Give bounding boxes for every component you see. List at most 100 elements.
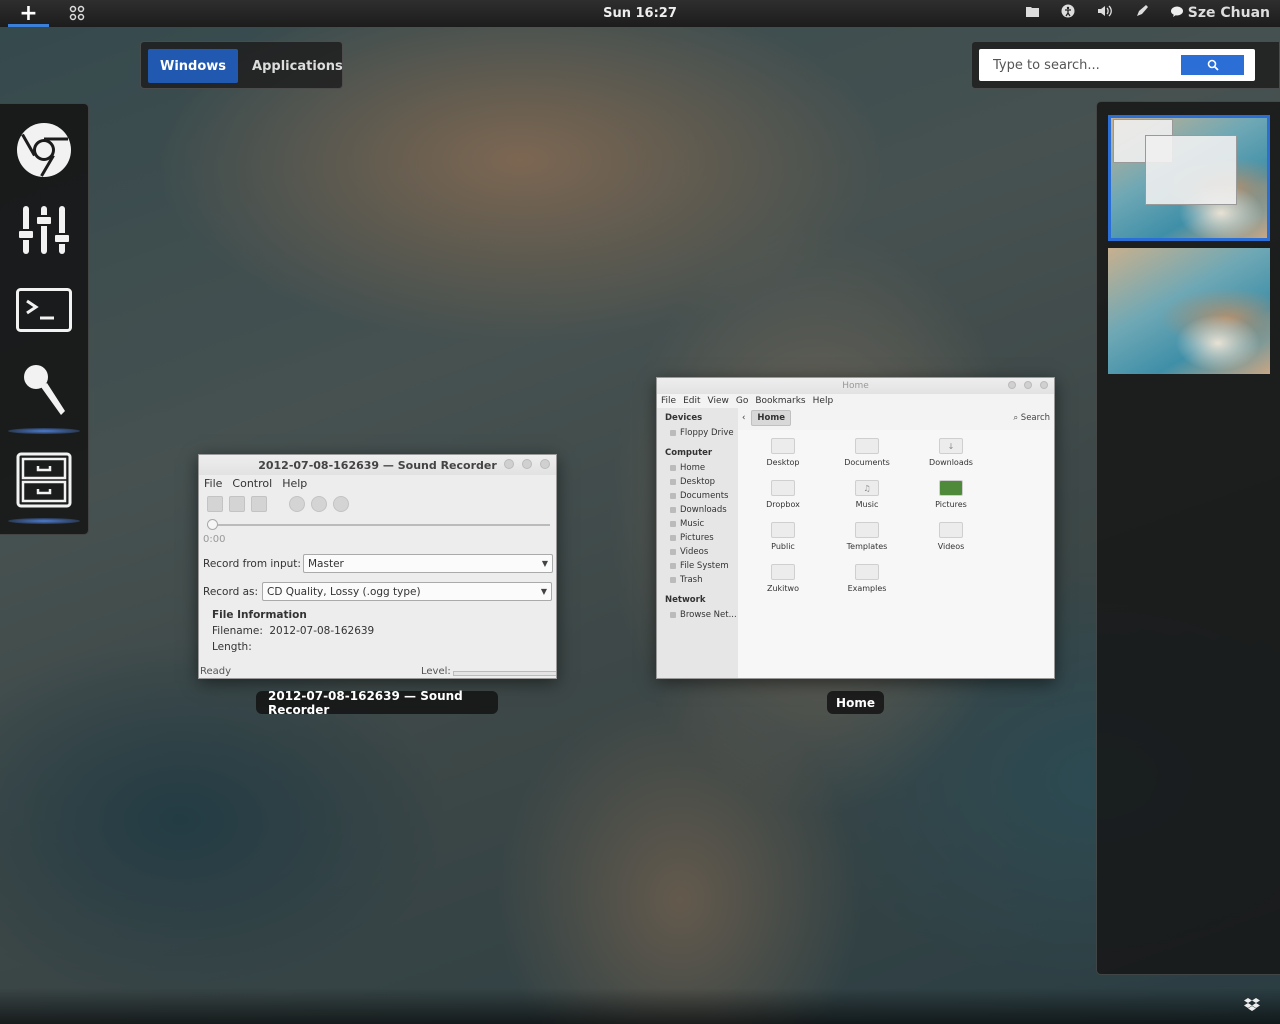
close-button[interactable]: [540, 459, 550, 469]
sidebar-item-downloads[interactable]: Downloads: [657, 503, 738, 517]
menu-file[interactable]: File: [661, 396, 676, 406]
workspace-2[interactable]: [1108, 248, 1270, 374]
file-cabinet-icon: [16, 452, 72, 508]
sidebar-item-filesystem[interactable]: File System: [657, 559, 738, 573]
accessibility-icon[interactable]: [1061, 4, 1075, 22]
folder-icon[interactable]: [1025, 5, 1039, 21]
workspace-1[interactable]: [1108, 115, 1270, 241]
sound-recorder-window[interactable]: 2012-07-08-162639 — Sound Recorder File …: [198, 454, 557, 679]
videos-folder-icon: [939, 522, 963, 538]
menu-view[interactable]: View: [708, 396, 729, 406]
sidebar-item-desktop[interactable]: Desktop: [657, 475, 738, 489]
menu-help[interactable]: Help: [813, 396, 834, 406]
sidebar-item-trash[interactable]: Trash: [657, 573, 738, 587]
file-grid: Desktop Documents ↓ Downloads Dropbox ♫ Mu…: [738, 430, 1054, 678]
music-folder-icon: ♫: [855, 480, 879, 496]
music-icon: [670, 521, 676, 527]
menu-bookmarks[interactable]: Bookmarks: [755, 396, 805, 406]
record-from-combo[interactable]: Master ▼: [303, 554, 553, 573]
play-icon[interactable]: [311, 496, 327, 512]
volume-icon[interactable]: [1097, 4, 1113, 22]
dash-sound-recorder[interactable]: [8, 360, 80, 434]
record-icon[interactable]: [289, 496, 305, 512]
applications-tab[interactable]: Applications: [240, 49, 355, 83]
trash-icon: [670, 577, 676, 583]
menu-file[interactable]: File: [204, 477, 222, 490]
sidebar-item-videos[interactable]: Videos: [657, 545, 738, 559]
file-item[interactable]: Templates: [825, 522, 909, 551]
menu-help[interactable]: Help: [282, 477, 307, 490]
stop-icon[interactable]: [333, 496, 349, 512]
menu-go[interactable]: Go: [736, 396, 748, 406]
status-text: Ready: [200, 665, 232, 677]
search-button[interactable]: ⌕ Search: [1013, 413, 1050, 423]
downloads-icon: [670, 507, 676, 513]
file-item[interactable]: Dropbox: [741, 480, 825, 509]
file-item-label: Music: [855, 500, 879, 509]
sound-recorder-caption[interactable]: 2012-07-08-162639 — Sound Recorder: [256, 689, 498, 717]
dropdown-arrow-icon: ▼: [540, 587, 547, 596]
save-icon[interactable]: [251, 496, 267, 512]
window-titlebar[interactable]: Home: [657, 378, 1054, 394]
back-icon[interactable]: ‹: [742, 413, 745, 423]
close-button[interactable]: [1040, 381, 1048, 389]
file-item[interactable]: Desktop: [741, 438, 825, 467]
file-item[interactable]: Public: [741, 522, 825, 551]
filename-label: Filename:: [212, 625, 263, 637]
sidebar-item-network[interactable]: Browse Net...: [657, 608, 738, 622]
search-input[interactable]: [993, 57, 1179, 73]
maximize-button[interactable]: [522, 459, 532, 469]
new-icon[interactable]: [207, 496, 223, 512]
record-from-value: Master: [308, 557, 344, 570]
file-item[interactable]: Examples: [825, 564, 909, 593]
dropdown-arrow-icon: ▼: [541, 559, 548, 568]
dropbox-icon[interactable]: [1244, 997, 1260, 1015]
dash-terminal[interactable]: [14, 280, 74, 340]
file-item[interactable]: ↓ Downloads: [909, 438, 993, 467]
file-item[interactable]: Zukitwo: [741, 564, 825, 593]
file-item[interactable]: Videos: [909, 522, 993, 551]
level-meter: [453, 671, 556, 676]
network-icon: [670, 612, 676, 618]
dash-mixer[interactable]: [14, 200, 74, 260]
menu-control[interactable]: Control: [232, 477, 272, 490]
sidebar-item-floppy[interactable]: Floppy Drive: [657, 426, 738, 440]
sidebar-item-music[interactable]: Music: [657, 517, 738, 531]
sidebar-item-home[interactable]: Home: [657, 461, 738, 475]
menu-edit[interactable]: Edit: [683, 396, 700, 406]
places-sidebar: Devices Floppy Drive Computer Home Deskt…: [657, 408, 738, 678]
time-display: 0:00: [203, 534, 226, 545]
drive-icon: [670, 430, 676, 436]
dash-file-manager[interactable]: [8, 450, 80, 524]
record-as-combo[interactable]: CD Quality, Lossy (.ogg type) ▼: [262, 582, 552, 601]
templates-folder-icon: [855, 522, 879, 538]
file-item[interactable]: Pictures: [909, 480, 993, 509]
record-from-row: Record from input: Master ▼: [199, 554, 556, 573]
file-item-label: Examples: [847, 584, 887, 593]
search-button[interactable]: [1181, 55, 1244, 75]
user-menu[interactable]: Sze Chuan: [1170, 5, 1270, 21]
sidebar-item-pictures[interactable]: Pictures: [657, 531, 738, 545]
pen-icon[interactable]: [1135, 4, 1149, 22]
minimize-button[interactable]: [1008, 381, 1016, 389]
file-item[interactable]: ♫ Music: [825, 480, 909, 509]
file-item[interactable]: Documents: [825, 438, 909, 467]
workspace-window-preview[interactable]: [1145, 135, 1237, 205]
window-titlebar[interactable]: 2012-07-08-162639 — Sound Recorder: [199, 455, 556, 475]
slider-knob[interactable]: [207, 519, 218, 530]
home-icon: [670, 465, 676, 471]
position-slider[interactable]: [207, 519, 550, 530]
windows-tab[interactable]: Windows: [148, 49, 239, 83]
menubar: File Control Help: [199, 475, 556, 492]
maximize-button[interactable]: [1024, 381, 1032, 389]
documents-folder-icon: [855, 438, 879, 454]
dash-chrome[interactable]: [14, 120, 74, 180]
minimize-button[interactable]: [504, 459, 514, 469]
sidebar-item-documents[interactable]: Documents: [657, 489, 738, 503]
breadcrumb[interactable]: Home: [751, 410, 791, 426]
menubar: File Edit View Go Bookmarks Help: [657, 394, 1054, 408]
sidebar-item-label: Downloads: [680, 505, 727, 515]
open-icon[interactable]: [229, 496, 245, 512]
file-manager-window[interactable]: Home File Edit View Go Bookmarks Help De…: [656, 377, 1055, 679]
file-manager-caption[interactable]: Home: [827, 691, 884, 714]
